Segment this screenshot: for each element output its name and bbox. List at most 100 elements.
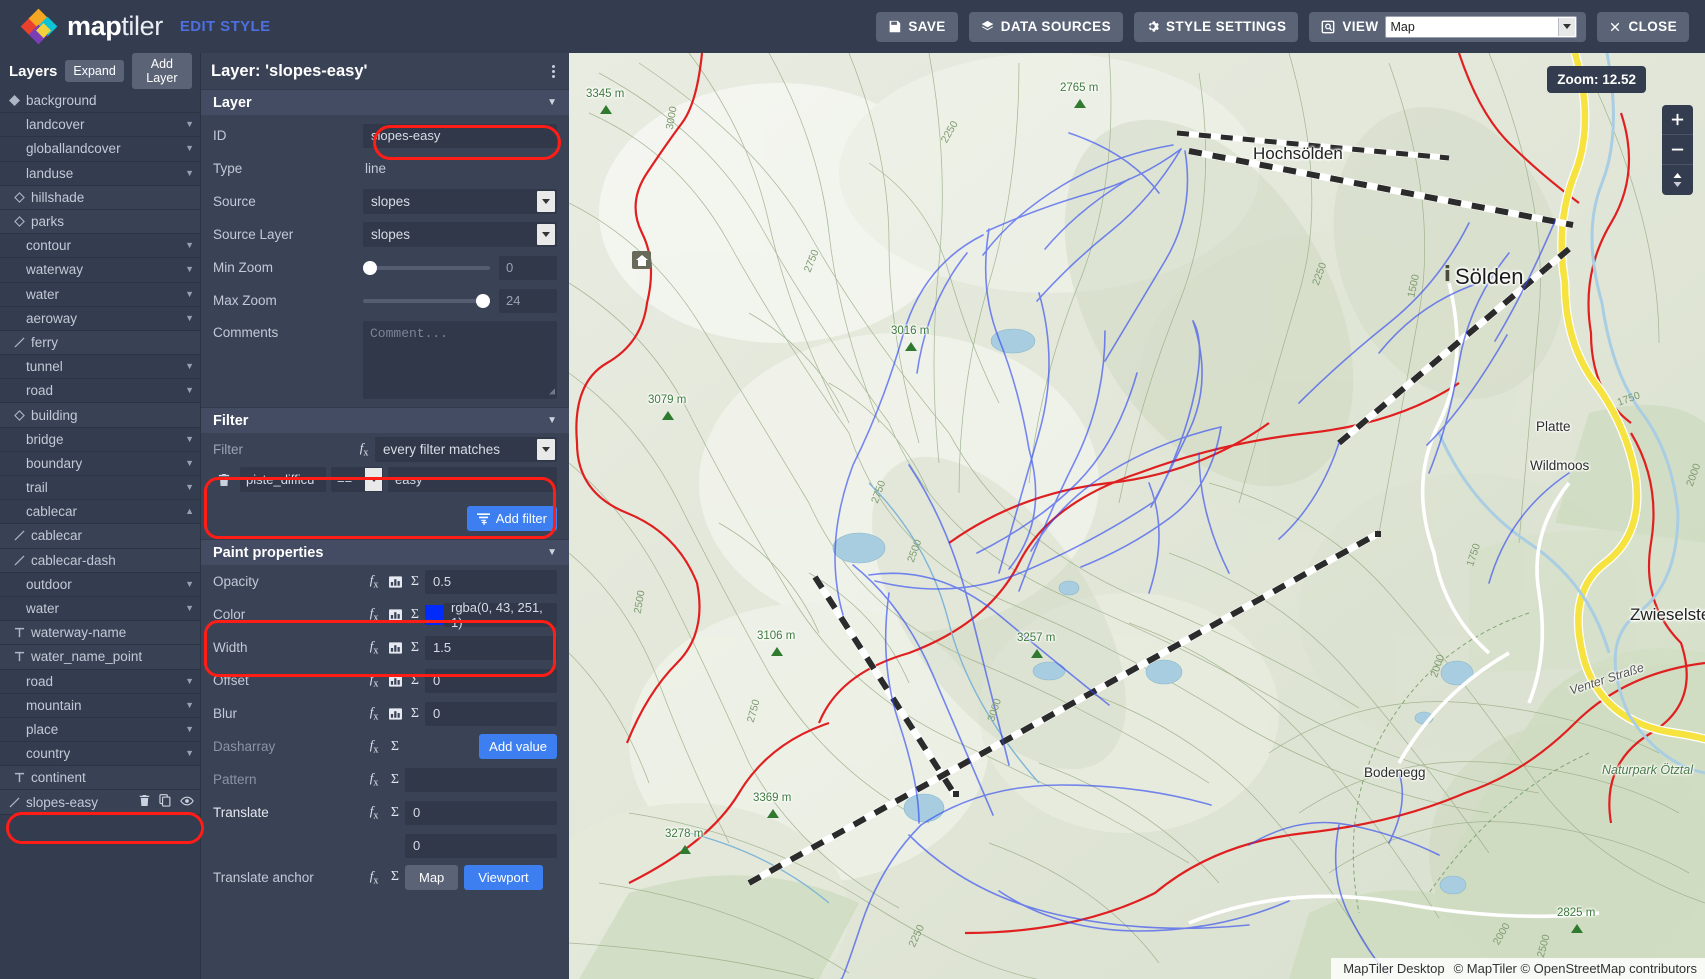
layer-editor-scroll[interactable]: Layer ▼ ID slopes-easy Type line Source … — [201, 89, 569, 979]
chevron-down-icon[interactable]: ▼ — [185, 314, 194, 323]
filter-value-input[interactable]: easy — [388, 467, 557, 492]
function-icon[interactable]: fx — [363, 704, 385, 723]
zoom-function-icon[interactable] — [385, 708, 405, 720]
layer-list-item-water-name-point[interactable]: water_name_point — [0, 645, 200, 669]
attribution-copyright[interactable]: © MapTiler © OpenStreetMap contributors — [1454, 961, 1697, 976]
zoom-function-icon[interactable] — [385, 642, 405, 654]
function-icon[interactable]: fx — [363, 638, 385, 657]
add-value-button[interactable]: Add value — [479, 734, 557, 759]
layer-list-item-globallandcover[interactable]: globallandcover▼ — [0, 137, 200, 161]
layer-list-item-water[interactable]: water▼ — [0, 283, 200, 307]
sigma-icon[interactable]: Σ — [385, 739, 405, 755]
chevron-down-icon[interactable]: ▼ — [185, 701, 194, 710]
function-icon[interactable]: fx — [363, 868, 385, 887]
layer-list-item-outdoor[interactable]: outdoor▼ — [0, 573, 200, 597]
layer-list-item-bridge[interactable]: bridge▼ — [0, 428, 200, 452]
layer-list-item-background[interactable]: background — [0, 89, 200, 113]
layer-list-item-cablecar[interactable]: cablecar — [0, 524, 200, 548]
chevron-down-icon[interactable]: ▼ — [185, 265, 194, 274]
layer-list-item-place[interactable]: place▼ — [0, 718, 200, 742]
sigma-icon[interactable]: Σ — [405, 706, 425, 722]
layer-list-item-parks[interactable]: parks — [0, 210, 200, 234]
id-input[interactable]: slopes-easy — [363, 124, 557, 148]
add-filter-button[interactable]: Add filter — [467, 506, 557, 531]
chevron-down-icon[interactable]: ▼ — [185, 459, 194, 468]
section-header-paint[interactable]: Paint properties ▼ — [201, 539, 569, 565]
section-header-filter[interactable]: Filter ▼ — [201, 407, 569, 433]
filter-key-input[interactable]: piste_difficu — [240, 467, 326, 492]
layer-list-item-cablecar[interactable]: cablecar▲ — [0, 500, 200, 524]
layer-list-item-mountain[interactable]: mountain▼ — [0, 694, 200, 718]
layer-list-item-waterway[interactable]: waterway▼ — [0, 258, 200, 282]
chevron-down-icon[interactable]: ▼ — [185, 725, 194, 734]
layer-list-item-boundary[interactable]: boundary▼ — [0, 452, 200, 476]
resize-grip-icon[interactable]: ◢ — [549, 386, 555, 398]
zoom-function-icon[interactable] — [385, 576, 405, 588]
sigma-icon[interactable]: Σ — [405, 607, 425, 623]
function-icon[interactable]: fx — [363, 737, 385, 756]
view-select[interactable]: Map — [1385, 16, 1577, 38]
offset-input[interactable]: 0 — [425, 669, 557, 693]
layer-list-item-road[interactable]: road▼ — [0, 670, 200, 694]
function-icon[interactable]: fx — [363, 572, 385, 591]
sigma-icon[interactable]: Σ — [405, 673, 425, 689]
chevron-down-icon[interactable]: ▼ — [185, 241, 194, 250]
color-swatch[interactable] — [425, 605, 444, 625]
chevron-down-icon[interactable]: ▼ — [185, 290, 194, 299]
layer-list-item-landcover[interactable]: landcover▼ — [0, 113, 200, 137]
max-zoom-slider[interactable] — [363, 294, 490, 308]
data-sources-button[interactable]: DATA SOURCES — [969, 12, 1123, 42]
layer-list-item-road[interactable]: road▼ — [0, 379, 200, 403]
sigma-icon[interactable]: Σ — [405, 574, 425, 590]
map-canvas[interactable]: SöldenHochsöldenZwieselsteinPlatteWildmo… — [569, 53, 1705, 979]
visibility-layer-icon[interactable] — [180, 795, 194, 810]
save-button[interactable]: SAVE — [876, 12, 957, 42]
chevron-down-icon[interactable]: ▼ — [185, 580, 194, 589]
translate-anchor-map-option[interactable]: Map — [405, 865, 458, 890]
layer-list-item-continent[interactable]: continent — [0, 766, 200, 790]
add-layer-button[interactable]: Add Layer — [132, 53, 192, 89]
chevron-down-icon[interactable]: ▼ — [185, 386, 194, 395]
layer-list-item-hillshade[interactable]: hillshade — [0, 186, 200, 210]
translate-x-input[interactable]: 0 — [405, 801, 557, 825]
function-icon[interactable]: fx — [363, 605, 385, 624]
chevron-down-icon[interactable]: ▼ — [185, 677, 194, 686]
function-icon[interactable]: fx — [363, 671, 385, 690]
zoom-out-button[interactable] — [1662, 135, 1693, 165]
blur-input[interactable]: 0 — [425, 702, 557, 726]
sigma-icon[interactable]: Σ — [385, 805, 405, 821]
function-icon[interactable]: fx — [363, 803, 385, 822]
layer-list-item-contour[interactable]: contour▼ — [0, 234, 200, 258]
tilt-compass-button[interactable] — [1662, 165, 1693, 195]
zoom-function-icon[interactable] — [385, 675, 405, 687]
chevron-down-icon[interactable]: ▼ — [185, 604, 194, 613]
translate-y-input[interactable]: 0 — [405, 834, 557, 858]
color-input[interactable]: rgba(0, 43, 251, 1) — [444, 603, 557, 627]
chevron-down-icon[interactable]: ▼ — [185, 120, 194, 129]
sigma-icon[interactable]: Σ — [405, 640, 425, 656]
comments-textarea[interactable]: Comment... ◢ — [363, 321, 557, 399]
function-icon[interactable]: fx — [353, 440, 375, 459]
layer-list-item-waterway-name[interactable]: waterway-name — [0, 621, 200, 645]
min-zoom-slider[interactable] — [363, 261, 490, 275]
chevron-down-icon[interactable]: ▼ — [185, 169, 194, 178]
sigma-icon[interactable]: Σ — [385, 772, 405, 788]
function-icon[interactable]: fx — [363, 770, 385, 789]
chevron-down-icon[interactable]: ▼ — [185, 362, 194, 371]
width-input[interactable]: 1.5 — [425, 636, 557, 660]
style-settings-button[interactable]: STYLE SETTINGS — [1134, 12, 1298, 42]
translate-anchor-viewport-option[interactable]: Viewport — [464, 865, 542, 890]
source-layer-select[interactable]: slopes — [363, 222, 557, 247]
chevron-down-icon[interactable]: ▼ — [185, 483, 194, 492]
section-header-layer[interactable]: Layer ▼ — [201, 89, 569, 115]
chevron-up-icon[interactable]: ▲ — [185, 507, 194, 516]
layer-list-item-water[interactable]: water▼ — [0, 597, 200, 621]
pattern-input[interactable] — [405, 768, 557, 792]
layer-list-item-ferry[interactable]: ferry — [0, 331, 200, 355]
delete-filter-icon[interactable] — [213, 473, 235, 487]
layer-list-item-tunnel[interactable]: tunnel▼ — [0, 355, 200, 379]
layer-list[interactable]: backgroundlandcover▼globallandcover▼land… — [0, 89, 200, 979]
delete-layer-icon[interactable] — [139, 794, 150, 810]
duplicate-layer-icon[interactable] — [159, 794, 171, 810]
chevron-down-icon[interactable]: ▼ — [185, 749, 194, 758]
